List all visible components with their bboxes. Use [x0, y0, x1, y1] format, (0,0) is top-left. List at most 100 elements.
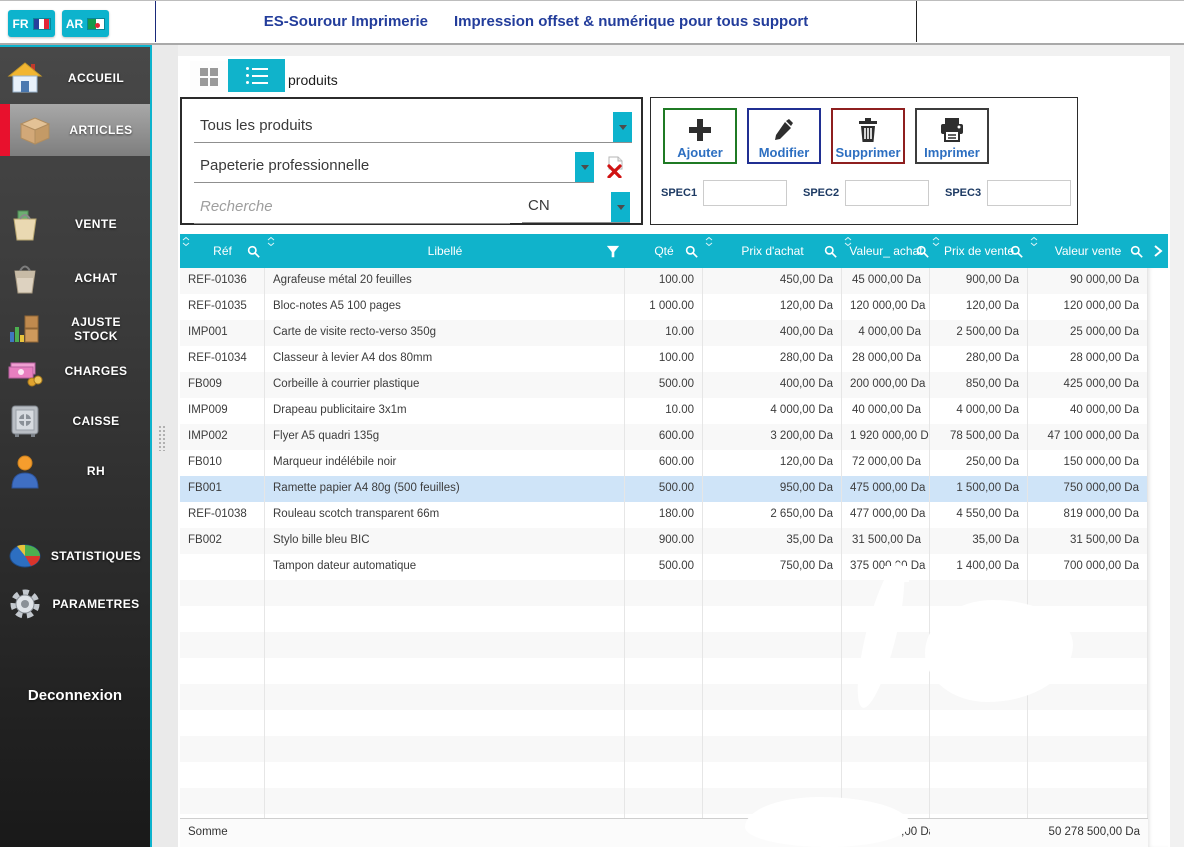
table-row[interactable]: REF-01036Agrafeuse métal 20 feuilles100.…: [180, 268, 1148, 294]
sidebar-item-accueil[interactable]: ACCUEIL: [0, 52, 150, 104]
sidebar-item-articles[interactable]: ARTICLES: [0, 104, 150, 156]
column-label: Valeur_ achat: [849, 244, 922, 258]
table-row[interactable]: FB010Marqueur indélébile noir600.00120,0…: [180, 450, 1148, 476]
cell: [625, 632, 703, 658]
table-row[interactable]: IMP002Flyer A5 quadri 135g600.003 200,00…: [180, 424, 1148, 450]
table-row[interactable]: FB002Stylo bille bleu BIC900.0035,00 Da3…: [180, 528, 1148, 554]
clear-filter-icon[interactable]: [605, 156, 625, 178]
search-icon[interactable]: [824, 245, 837, 261]
cell: [703, 606, 842, 632]
cell: [625, 658, 703, 684]
spec1-input[interactable]: [703, 180, 787, 206]
search-icon[interactable]: [916, 245, 929, 261]
sidebar-item-label: ACHAT: [50, 271, 150, 285]
search-icon[interactable]: [1130, 245, 1143, 261]
cell: [180, 788, 265, 814]
tab-grid-view[interactable]: [190, 61, 228, 92]
search-icon[interactable]: [247, 245, 260, 261]
table-row[interactable]: REF-01034Classeur à levier A4 dos 80mm10…: [180, 346, 1148, 372]
column-header-valeur-achat[interactable]: Valeur_ achat: [842, 234, 930, 268]
cell: 819 000,00 Da: [1028, 502, 1148, 528]
cell: 31 500,00 Da: [842, 528, 930, 554]
dropdown-arrow-button[interactable]: [613, 112, 632, 142]
cell: 475 000,00 Da: [842, 476, 930, 502]
footer-spacer: [930, 819, 1028, 847]
table-row[interactable]: FB001Ramette papier A4 80g (500 feuilles…: [180, 476, 1148, 502]
sidebar-item-rh[interactable]: RH: [0, 445, 150, 497]
splitter-drag-handle[interactable]: [158, 425, 166, 451]
cell: 750 000,00 Da: [1028, 476, 1148, 502]
sidebar-item-vente[interactable]: VENTE: [0, 197, 150, 252]
column-label: Libellé: [428, 244, 463, 258]
sidebar-item-achat[interactable]: ACHAT: [0, 252, 150, 304]
table-row[interactable]: FB009Corbeille à courrier plastique500.0…: [180, 372, 1148, 398]
table-row[interactable]: IMP009Drapeau publicitaire 3x1m10.004 00…: [180, 398, 1148, 424]
sidebar-item-charges[interactable]: CHARGES: [0, 347, 150, 395]
scroll-right-arrow[interactable]: [1148, 234, 1168, 268]
box-icon: [10, 114, 60, 146]
search-icon[interactable]: [1010, 245, 1023, 261]
cell: [842, 684, 930, 710]
logout-button[interactable]: Deconnexion: [0, 687, 150, 704]
cell: [625, 580, 703, 606]
filter-icon[interactable]: [606, 245, 620, 262]
cell: Marqueur indélébile noir: [265, 450, 625, 476]
cell: IMP009: [180, 398, 265, 424]
search-input[interactable]: [194, 191, 510, 223]
cell: 4 000,00 Da: [930, 398, 1028, 424]
search-field[interactable]: [194, 191, 510, 224]
column-header-ref[interactable]: Réf: [180, 234, 265, 268]
cell: [625, 710, 703, 736]
search-icon[interactable]: [685, 245, 698, 261]
column-header-valeur-vente[interactable]: Valeur vente: [1028, 234, 1148, 268]
add-button[interactable]: Ajouter: [663, 108, 737, 164]
language-button-ar[interactable]: AR: [62, 10, 109, 37]
edit-button[interactable]: Modifier: [747, 108, 821, 164]
spec3-label: SPEC3: [945, 187, 981, 199]
cell: [265, 580, 625, 606]
vertical-scrollbar[interactable]: [1148, 268, 1168, 847]
table-body: REF-01036Agrafeuse métal 20 feuilles100.…: [180, 268, 1168, 818]
column-header-libelle[interactable]: Libellé: [265, 234, 625, 268]
table-row[interactable]: IMP001Carte de visite recto-verso 350g10…: [180, 320, 1148, 346]
cell: 2 500,00 Da: [930, 320, 1028, 346]
search-mode-dropdown[interactable]: CN: [522, 191, 630, 223]
cell: 45 000,00 Da: [842, 268, 930, 294]
sidebar-item-label: CHARGES: [50, 364, 150, 378]
tab-list-view[interactable]: [228, 59, 285, 92]
sidebar-item-caisse[interactable]: CAISSE: [0, 395, 150, 447]
spec3-input[interactable]: [987, 180, 1071, 206]
cell: [1028, 710, 1148, 736]
grid-view-icon: [200, 68, 218, 86]
money-icon: [0, 355, 50, 387]
cell: 40 000,00 Da: [1028, 398, 1148, 424]
spec2-input[interactable]: [845, 180, 929, 206]
sidebar-item-label: RH: [50, 464, 150, 478]
column-header-prix-vente[interactable]: Prix de vente: [930, 234, 1028, 268]
category-filter-dropdown[interactable]: Papeterie professionnelle: [194, 151, 594, 183]
product-filter-dropdown[interactable]: Tous les produits: [194, 111, 632, 143]
column-header-qte[interactable]: Qté: [625, 234, 703, 268]
cell: 25 000,00 Da: [1028, 320, 1148, 346]
dropdown-arrow-button[interactable]: [575, 152, 594, 182]
cell: REF-01035: [180, 294, 265, 320]
language-button-fr[interactable]: FR: [8, 10, 55, 37]
delete-button[interactable]: Supprimer: [831, 108, 905, 164]
table-row[interactable]: REF-01038Rouleau scotch transparent 66m1…: [180, 502, 1148, 528]
table-row[interactable]: Tampon dateur automatique500.00750,00 Da…: [180, 554, 1148, 580]
table-row[interactable]: REF-01035Bloc-notes A5 100 pages1 000.00…: [180, 294, 1148, 320]
cell: 4 550,00 Da: [930, 502, 1028, 528]
cell: [625, 762, 703, 788]
cell: 900.00: [625, 528, 703, 554]
column-header-prix-achat[interactable]: Prix d'achat: [703, 234, 842, 268]
cell: [842, 762, 930, 788]
sidebar-item-parametres[interactable]: PARAMETRES: [0, 580, 150, 628]
spec1-group: SPEC1: [661, 180, 787, 206]
france-flag-icon: [33, 18, 51, 30]
cell: FB009: [180, 372, 265, 398]
cell: 250,00 Da: [930, 450, 1028, 476]
dropdown-arrow-button[interactable]: [611, 192, 630, 222]
cell: [265, 736, 625, 762]
sidebar-item-statistiques[interactable]: STATISTIQUES: [0, 532, 150, 580]
print-button[interactable]: Imprimer: [915, 108, 989, 164]
